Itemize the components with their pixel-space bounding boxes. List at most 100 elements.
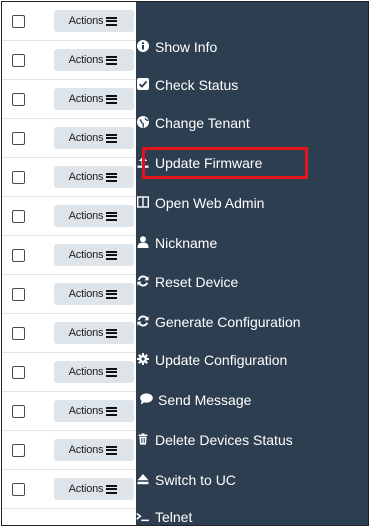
- menu-item-update-firmware[interactable]: Update Firmware: [136, 148, 368, 178]
- menu-item-reset-device[interactable]: Reset Device: [136, 267, 368, 297]
- menu-item-send-message[interactable]: Send Message: [136, 385, 368, 415]
- menu-item-label: Reset Device: [155, 274, 239, 290]
- menu-item-label: Generate Configuration: [155, 314, 301, 330]
- row-checkbox[interactable]: [12, 444, 25, 457]
- actions-button-label: Actions: [68, 483, 104, 495]
- menu-item-label: Nickname: [155, 235, 218, 251]
- actions-button[interactable]: Actions: [54, 10, 134, 32]
- actions-button-label: Actions: [68, 54, 104, 66]
- table-row: Actions: [2, 197, 142, 236]
- trash-icon: [136, 432, 150, 448]
- menu-item-nickname[interactable]: Nickname: [136, 228, 368, 258]
- row-checkbox[interactable]: [12, 132, 25, 145]
- table-row: Actions: [2, 80, 142, 119]
- menu-item-show-info[interactable]: Show Info: [136, 32, 368, 62]
- table-row: Actions: [2, 392, 142, 431]
- actions-button[interactable]: Actions: [54, 127, 134, 149]
- table-row: Actions: [2, 2, 142, 41]
- row-checkbox[interactable]: [12, 210, 25, 223]
- menu-item-label: Show Info: [155, 39, 218, 55]
- actions-button[interactable]: Actions: [54, 166, 134, 188]
- table-row: Actions: [2, 236, 142, 275]
- row-checkbox[interactable]: [12, 483, 25, 496]
- bars-icon: [106, 484, 118, 494]
- device-rows: Actions Actions Actions Actions Actions …: [2, 2, 142, 509]
- actions-button-label: Actions: [68, 405, 104, 417]
- actions-button-label: Actions: [68, 327, 104, 339]
- columns-icon: [136, 195, 150, 211]
- row-checkbox[interactable]: [12, 249, 25, 262]
- table-row: Actions: [2, 275, 142, 314]
- actions-button[interactable]: Actions: [54, 400, 134, 422]
- bars-icon: [106, 211, 118, 221]
- eject-icon: [136, 473, 150, 488]
- menu-item-generate-configuration[interactable]: Generate Configuration: [136, 307, 368, 337]
- table-row: Actions: [2, 470, 142, 509]
- bars-icon: [106, 16, 118, 26]
- table-row: Actions: [2, 119, 142, 158]
- bars-icon: [106, 367, 118, 377]
- actions-button-label: Actions: [68, 288, 104, 300]
- menu-item-open-web-admin[interactable]: Open Web Admin: [136, 188, 368, 218]
- row-checkbox[interactable]: [12, 171, 25, 184]
- check-square-icon: [136, 77, 150, 93]
- bars-icon: [106, 94, 118, 104]
- refresh-icon: [136, 314, 150, 330]
- bars-icon: [106, 328, 118, 338]
- comment-icon: [139, 392, 153, 408]
- table-row: Actions: [2, 353, 142, 392]
- actions-button[interactable]: Actions: [54, 283, 134, 305]
- actions-button-label: Actions: [68, 93, 104, 105]
- bars-icon: [106, 289, 118, 299]
- actions-button[interactable]: Actions: [54, 361, 134, 383]
- globe-icon: [136, 115, 150, 131]
- row-checkbox[interactable]: [12, 288, 25, 301]
- actions-button[interactable]: Actions: [54, 439, 134, 461]
- menu-item-label: Switch to UC: [155, 472, 236, 488]
- actions-button-label: Actions: [68, 444, 104, 456]
- refresh-icon: [136, 274, 150, 290]
- actions-button-label: Actions: [68, 171, 104, 183]
- menu-item-label: Delete Devices Status: [155, 432, 293, 448]
- bars-icon: [106, 445, 118, 455]
- row-checkbox[interactable]: [12, 327, 25, 340]
- bars-icon: [106, 172, 118, 182]
- actions-button[interactable]: Actions: [54, 88, 134, 110]
- menu-item-label: Update Configuration: [155, 352, 288, 368]
- menu-item-check-status[interactable]: Check Status: [136, 70, 368, 100]
- upload-icon: [136, 156, 150, 171]
- menu-item-update-configuration[interactable]: Update Configuration: [136, 345, 368, 375]
- actions-button-label: Actions: [68, 210, 104, 222]
- actions-button-label: Actions: [68, 132, 104, 144]
- table-row: Actions: [2, 41, 142, 80]
- bars-icon: [106, 133, 118, 143]
- info-circle-icon: [136, 39, 150, 55]
- table-row: Actions: [2, 158, 142, 197]
- table-row: Actions: [2, 314, 142, 353]
- row-checkbox[interactable]: [12, 93, 25, 106]
- menu-item-label: Send Message: [158, 392, 252, 408]
- menu-item-label: Telnet: [155, 509, 193, 525]
- actions-dropdown-menu: Show Info Check Status Change Tenant Upd…: [136, 2, 368, 525]
- menu-item-label: Update Firmware: [155, 155, 263, 171]
- terminal-icon: [136, 510, 150, 525]
- menu-item-label: Change Tenant: [155, 115, 250, 131]
- menu-item-delete-devices-status[interactable]: Delete Devices Status: [136, 425, 368, 455]
- user-icon: [136, 235, 150, 251]
- actions-button[interactable]: Actions: [54, 205, 134, 227]
- row-checkbox[interactable]: [12, 366, 25, 379]
- actions-button[interactable]: Actions: [54, 244, 134, 266]
- table-row: Actions: [2, 431, 142, 470]
- actions-button[interactable]: Actions: [54, 322, 134, 344]
- actions-button[interactable]: Actions: [54, 478, 134, 500]
- menu-item-change-tenant[interactable]: Change Tenant: [136, 108, 368, 138]
- menu-item-switch-to-uc[interactable]: Switch to UC: [136, 465, 368, 495]
- menu-item-label: Check Status: [155, 77, 239, 93]
- menu-item-telnet[interactable]: Telnet: [136, 502, 368, 525]
- actions-button[interactable]: Actions: [54, 49, 134, 71]
- bars-icon: [106, 250, 118, 260]
- actions-button-label: Actions: [68, 366, 104, 378]
- row-checkbox[interactable]: [12, 15, 25, 28]
- row-checkbox[interactable]: [12, 54, 25, 67]
- row-checkbox[interactable]: [12, 405, 25, 418]
